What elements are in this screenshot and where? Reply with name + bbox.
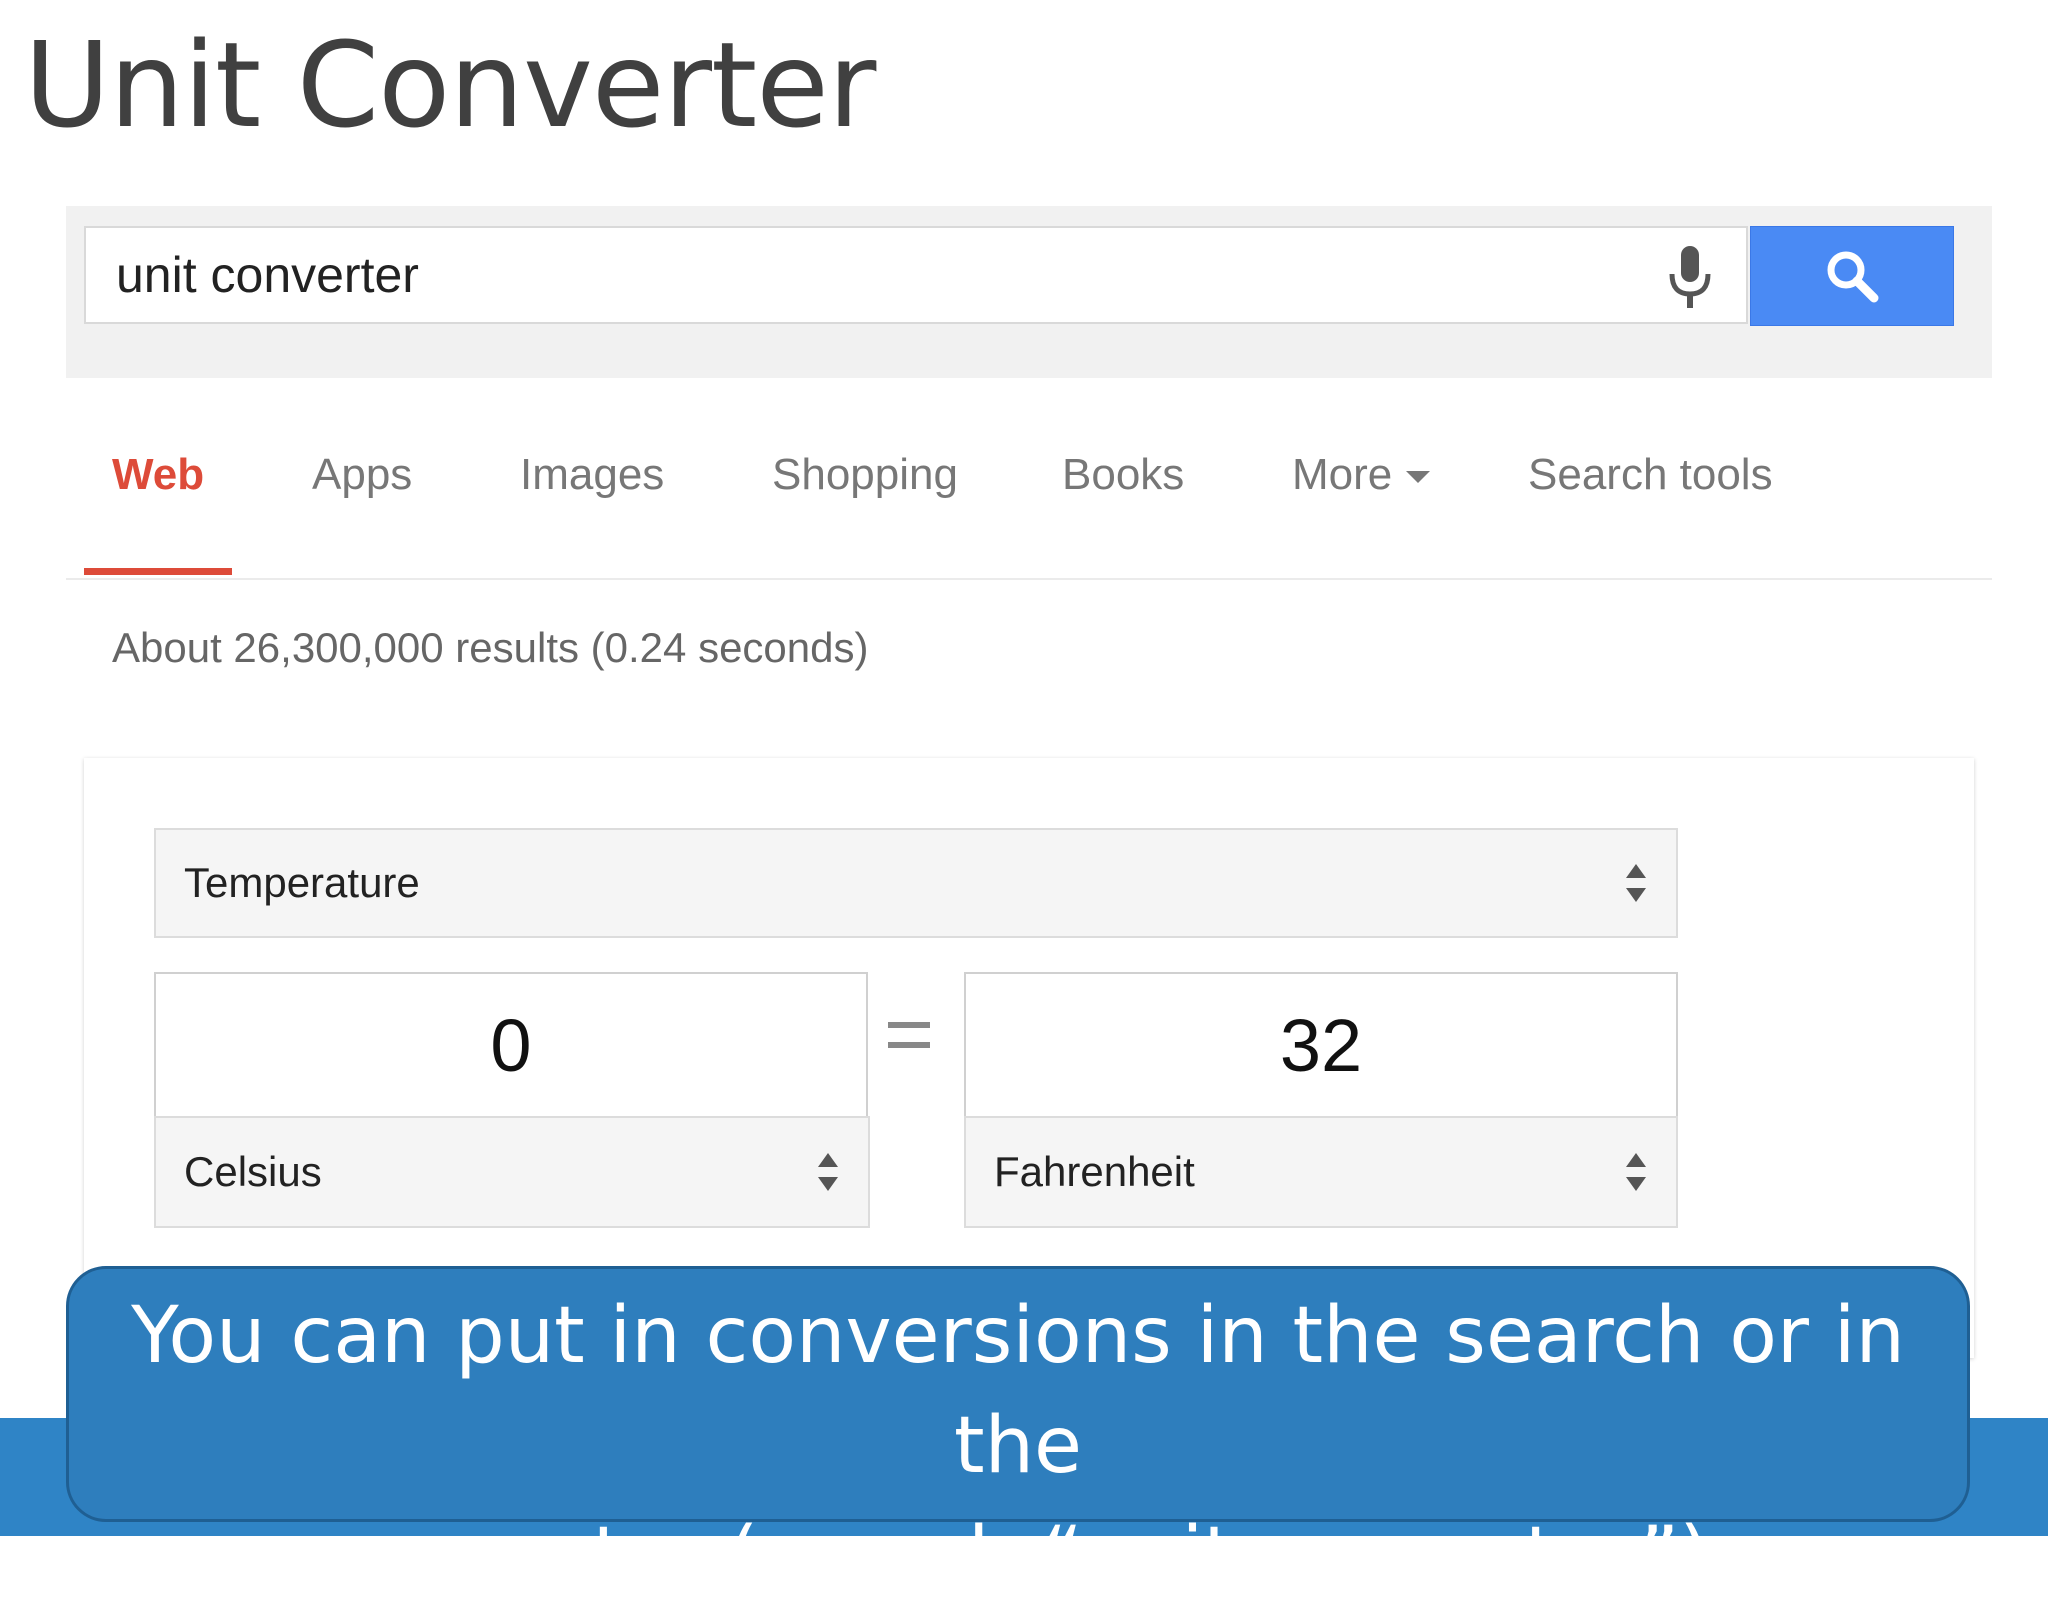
active-tab-indicator bbox=[84, 568, 232, 575]
from-unit-select[interactable]: Celsius bbox=[154, 1116, 870, 1228]
search-button[interactable] bbox=[1750, 226, 1954, 326]
tab-more-label: More bbox=[1292, 450, 1393, 499]
up-down-arrows-icon bbox=[818, 1153, 838, 1191]
search-input[interactable]: unit converter bbox=[84, 226, 1748, 324]
equals-icon bbox=[888, 1022, 930, 1048]
to-unit-select[interactable]: Fahrenheit bbox=[964, 1116, 1678, 1228]
slide-title: Unit Converter bbox=[24, 16, 876, 154]
from-value-input[interactable]: 0 bbox=[154, 972, 868, 1118]
tab-shopping[interactable]: Shopping bbox=[772, 440, 958, 550]
callout-line-1: You can put in conversions in the search… bbox=[131, 1291, 1905, 1491]
tab-search-tools[interactable]: Search tools bbox=[1528, 440, 1773, 550]
up-down-arrows-icon bbox=[1626, 864, 1646, 902]
category-select-value: Temperature bbox=[184, 859, 420, 906]
up-down-arrows-icon bbox=[1626, 1153, 1646, 1191]
tab-books[interactable]: Books bbox=[1062, 440, 1184, 550]
tab-images[interactable]: Images bbox=[520, 440, 664, 550]
tabs-divider bbox=[66, 578, 1992, 580]
to-value-input[interactable]: 32 bbox=[964, 972, 1678, 1118]
tab-web[interactable]: Web bbox=[112, 440, 204, 550]
search-icon bbox=[1827, 251, 1879, 303]
callout-line-2: converter (search “unit converter”) bbox=[326, 1511, 1710, 1601]
callout-box: You can put in conversions in the search… bbox=[66, 1266, 1970, 1601]
category-select[interactable]: Temperature bbox=[154, 828, 1678, 938]
search-query-text: unit converter bbox=[116, 247, 419, 303]
result-stats: About 26,300,000 results (0.24 seconds) bbox=[112, 624, 869, 671]
tab-more[interactable]: More bbox=[1292, 440, 1431, 550]
caret-down-icon bbox=[1406, 471, 1431, 484]
tab-apps[interactable]: Apps bbox=[312, 440, 412, 550]
search-tabs: Web Apps Images Shopping Books More Sear… bbox=[66, 440, 1992, 580]
from-unit-value: Celsius bbox=[184, 1148, 322, 1195]
to-unit-value: Fahrenheit bbox=[994, 1148, 1195, 1195]
microphone-icon[interactable] bbox=[1664, 244, 1716, 312]
